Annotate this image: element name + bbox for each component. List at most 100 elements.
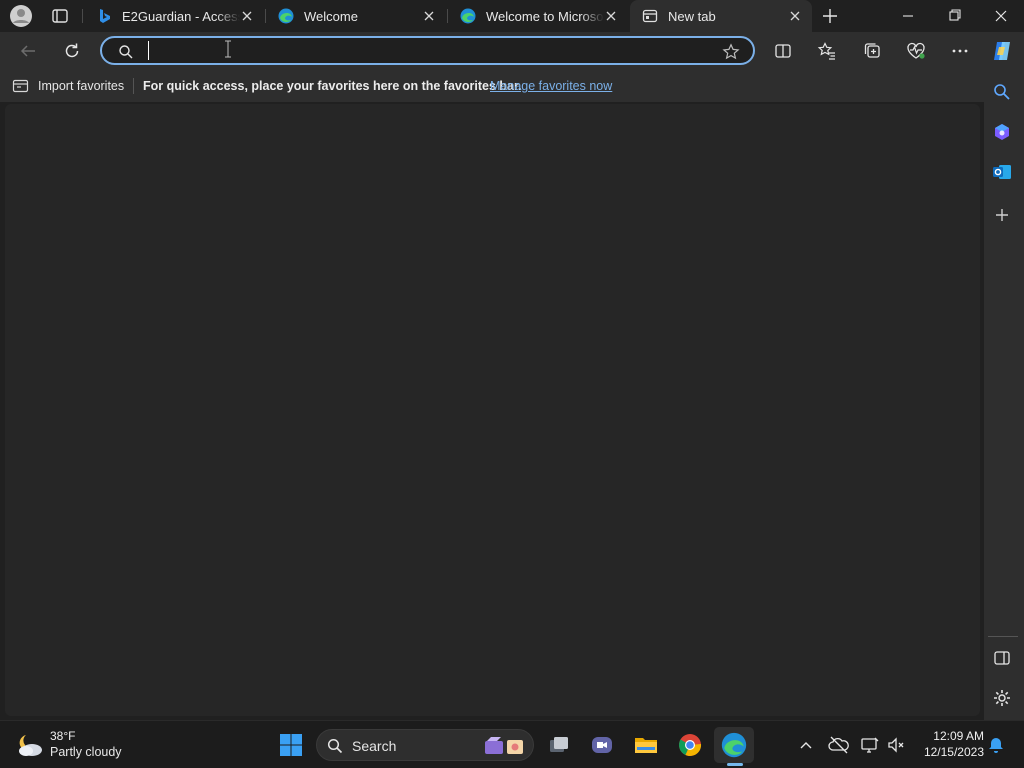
close-tab-icon[interactable] — [240, 9, 254, 23]
show-hidden-icons-button[interactable] — [798, 737, 814, 753]
teams-chat-button[interactable] — [586, 729, 618, 761]
favorites-divider — [133, 78, 134, 94]
import-icon — [12, 79, 29, 93]
chrome-button[interactable] — [674, 729, 706, 761]
clock-date: 12/15/2023 — [923, 745, 984, 759]
taskbar-search-label: Search — [352, 738, 397, 754]
address-bar[interactable] — [100, 36, 755, 65]
restore-icon — [949, 9, 961, 21]
vertical-tabs-icon — [52, 9, 68, 23]
weather-widget[interactable]: 38°F Partly cloudy — [14, 727, 144, 763]
back-button[interactable] — [14, 37, 42, 65]
edge-icon — [460, 8, 476, 24]
navigation-toolbar — [0, 32, 1024, 70]
volume-muted-icon — [888, 737, 904, 753]
sidebar-outlook-button[interactable] — [992, 162, 1012, 182]
browser-essentials-button[interactable] — [902, 37, 930, 65]
tab-new-tab[interactable]: New tab — [630, 0, 812, 32]
clock-time: 12:09 AM — [933, 729, 984, 743]
chrome-icon — [679, 734, 702, 756]
tab-welcome-to-microsoft[interactable]: Welcome to Microsoft — [448, 0, 628, 32]
search-icon — [327, 738, 343, 754]
sidebar-search-button[interactable] — [992, 82, 1012, 102]
windows-start-icon — [280, 734, 302, 756]
partly-cloudy-icon — [19, 735, 42, 756]
refresh-icon — [65, 43, 79, 58]
refresh-button[interactable] — [58, 37, 86, 65]
tab-title: Welcome — [304, 8, 358, 24]
task-view-button[interactable] — [543, 729, 575, 761]
tab-actions-button[interactable] — [50, 6, 70, 26]
edge-running-indicator — [727, 763, 743, 766]
plus-icon — [823, 9, 837, 23]
new-tab-button[interactable] — [820, 6, 840, 26]
sidebar-add-button[interactable] — [992, 205, 1012, 225]
favorites-bar: Import favorites For quick access, place… — [0, 70, 1024, 102]
tab-strip: E2Guardian - Access D Welcome Welcome to… — [0, 0, 1024, 32]
tab-title: E2Guardian - Access D — [122, 8, 240, 24]
search-icon — [119, 45, 133, 59]
close-tab-icon[interactable] — [788, 9, 802, 23]
teams-chat-icon — [592, 737, 612, 753]
folder-icon — [635, 738, 657, 753]
split-screen-icon — [775, 44, 791, 58]
tab-e2guardian[interactable]: E2Guardian - Access D — [84, 0, 264, 32]
tab-separator — [82, 9, 83, 23]
network-button[interactable] — [860, 735, 880, 755]
file-explorer-button[interactable] — [630, 729, 662, 761]
close-window-button[interactable] — [989, 6, 1013, 26]
bing-icon — [100, 9, 110, 23]
import-favorites-label: Import favorites — [38, 79, 125, 93]
taskbar-search-box[interactable]: Search — [316, 729, 534, 761]
onedrive-button[interactable] — [828, 735, 850, 755]
import-favorites-button[interactable]: Import favorites — [12, 77, 124, 95]
profile-avatar[interactable] — [9, 4, 33, 28]
address-input[interactable] — [148, 41, 708, 60]
search-icon — [994, 84, 1010, 100]
profile-icon — [10, 5, 32, 27]
edge-sidebar — [984, 70, 1024, 720]
bell-icon — [989, 738, 1003, 753]
more-icon — [952, 49, 968, 53]
copilot-button[interactable] — [988, 37, 1016, 65]
manage-favorites-link[interactable]: Manage favorites now — [490, 79, 612, 93]
plus-icon — [996, 209, 1008, 221]
collections-button[interactable] — [858, 37, 886, 65]
designer-icon — [995, 124, 1009, 140]
close-tab-icon[interactable] — [604, 9, 618, 23]
text-cursor-icon — [224, 40, 232, 58]
minimize-button[interactable] — [896, 6, 920, 26]
split-screen-button[interactable] — [769, 37, 797, 65]
cloud-offline-icon — [828, 736, 849, 754]
sidebar-settings-button[interactable] — [992, 688, 1012, 708]
network-icon — [861, 737, 879, 753]
settings-and-more-button[interactable] — [946, 37, 974, 65]
weather-temperature: 38°F — [50, 729, 76, 743]
close-tab-icon[interactable] — [422, 9, 436, 23]
favorites-button[interactable] — [813, 37, 841, 65]
edge-icon — [721, 732, 747, 758]
hide-sidebar-button[interactable] — [992, 648, 1012, 668]
favorite-star-icon[interactable] — [722, 43, 740, 61]
new-tab-icon — [642, 9, 658, 23]
favorites-hint: For quick access, place your favorites h… — [143, 79, 522, 93]
windows-taskbar: 38°F Partly cloudy Search 12:09 AM 12/15… — [0, 720, 1024, 768]
task-view-icon — [550, 737, 568, 752]
volume-button[interactable] — [886, 735, 906, 755]
tab-welcome[interactable]: Welcome — [266, 0, 446, 32]
page-content — [5, 104, 980, 716]
sidebar-designer-button[interactable] — [992, 122, 1012, 142]
gear-icon — [994, 690, 1010, 706]
sidebar-divider — [988, 636, 1018, 637]
collections-icon — [864, 43, 880, 58]
tab-title: Welcome to Microsoft — [486, 8, 604, 24]
start-button[interactable] — [275, 729, 307, 761]
heartbeat-icon — [907, 42, 925, 59]
notifications-button[interactable] — [987, 736, 1005, 754]
edge-taskbar-button[interactable] — [718, 729, 750, 761]
clock[interactable]: 12:09 AM 12/15/2023 — [912, 728, 984, 762]
back-arrow-icon — [20, 45, 35, 57]
tab-title: New tab — [668, 8, 716, 24]
minimize-icon — [903, 15, 913, 17]
restore-button[interactable] — [943, 6, 967, 26]
